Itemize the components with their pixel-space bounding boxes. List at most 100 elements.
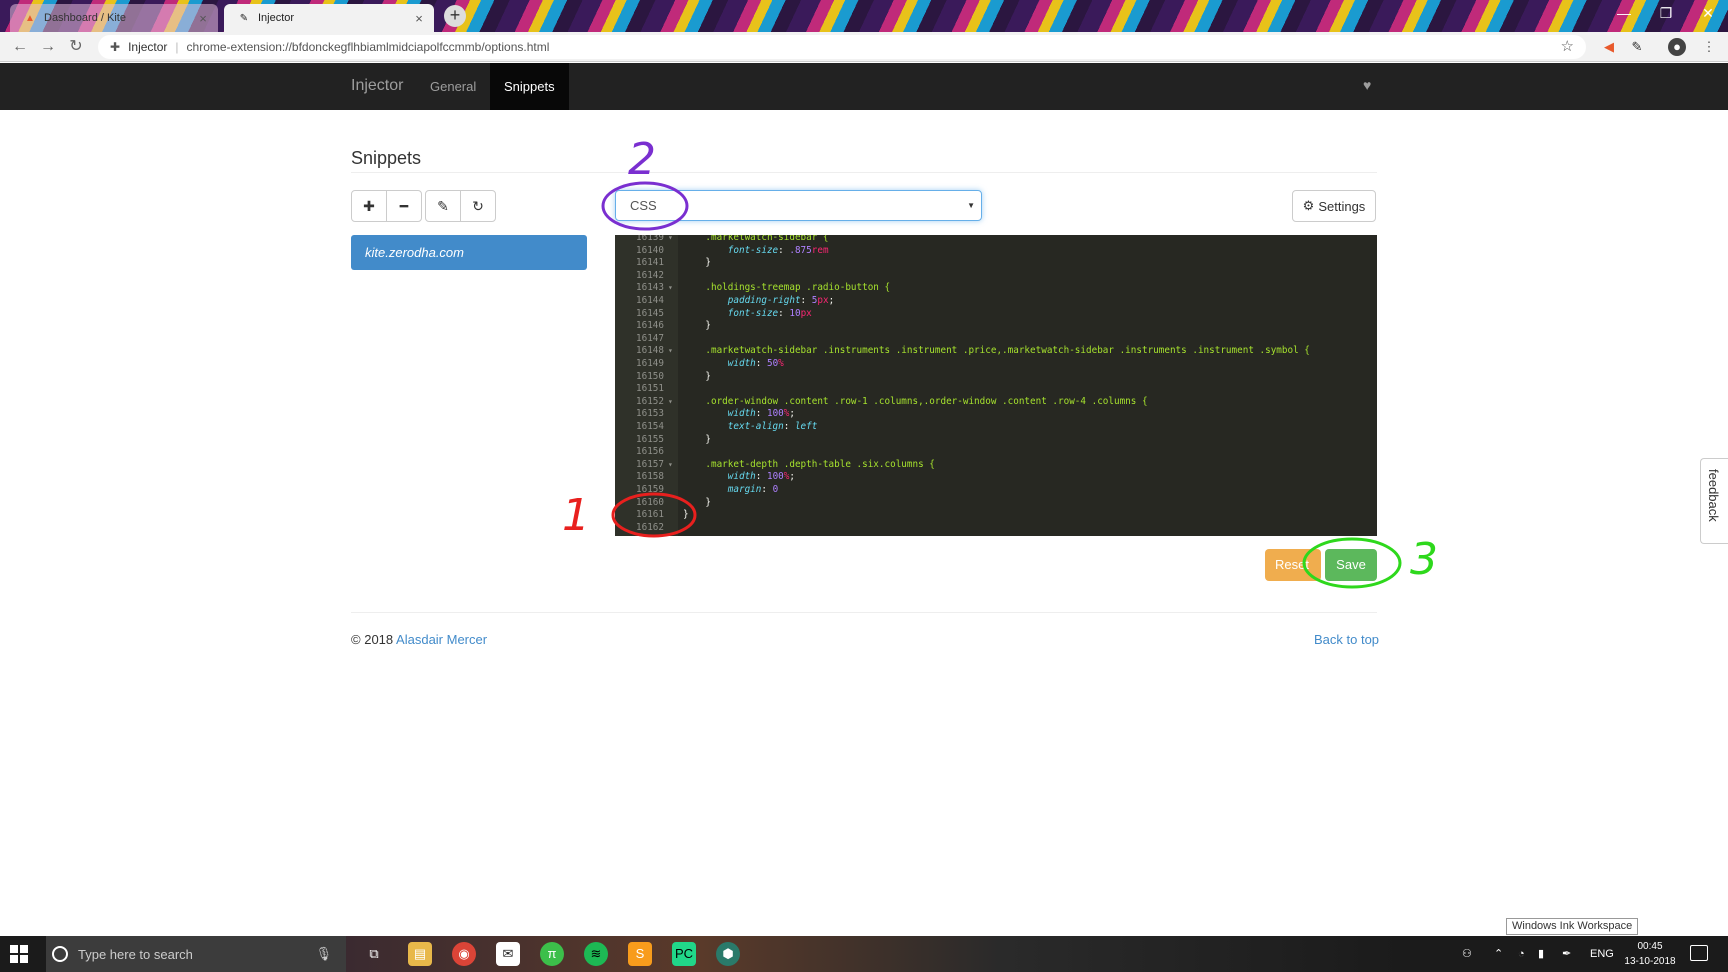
mail-icon[interactable]: ✉	[496, 942, 520, 966]
chrome-menu-icon[interactable]: ⋮	[1700, 38, 1718, 56]
code-text: font-size: .875rem	[683, 244, 829, 256]
app-pin-icon[interactable]: ⬢	[716, 942, 740, 966]
fold-arrow-icon[interactable]: ▾	[668, 459, 673, 472]
browser-toolbar: ← → ↻ ✚ Injector | chrome-extension://bf…	[0, 32, 1728, 62]
browser-tab-kite[interactable]: ▲ Dashboard / Kite ×	[10, 4, 218, 32]
task-view-icon[interactable]: ⧉	[362, 942, 386, 966]
line-number: 16143	[636, 282, 664, 294]
profile-avatar-icon[interactable]: ●	[1668, 38, 1686, 56]
editor-line: 16155 }	[615, 434, 1377, 447]
fold-arrow-icon[interactable]: ▾	[668, 282, 673, 295]
taskbar-search-box[interactable]: Type here to search 🎙	[46, 936, 346, 972]
code-text: }	[683, 257, 711, 269]
people-icon[interactable]: ⚇	[1462, 936, 1472, 972]
editor-line: 16147	[615, 333, 1377, 346]
fold-arrow-icon[interactable]: ▾	[668, 396, 673, 409]
back-to-top-link[interactable]: Back to top	[1314, 632, 1379, 647]
windows-start-icon[interactable]	[10, 945, 28, 963]
add-snippet-button[interactable]: ✚	[351, 190, 387, 222]
line-number: 16142	[636, 269, 664, 281]
reset-button[interactable]: Reset	[1265, 549, 1321, 581]
reload-icon[interactable]: ↻	[64, 36, 88, 58]
minimize-button[interactable]: —	[1604, 0, 1644, 26]
minus-icon: ━	[399, 197, 409, 214]
line-number: 16150	[636, 370, 664, 382]
bookmark-star-icon[interactable]: ☆	[1561, 37, 1574, 55]
browser-tab-injector[interactable]: ✎ Injector ×	[224, 4, 434, 32]
app-pi-icon[interactable]: π	[540, 942, 564, 966]
refresh-snippet-button[interactable]: ↻	[460, 190, 496, 222]
editor-line: 16139 ▾ .marketwatch-sidebar {	[615, 235, 1377, 245]
battery-icon[interactable]: ▮	[1538, 936, 1544, 972]
kite-extension-icon[interactable]: ◀	[1600, 38, 1618, 56]
tab-close-icon[interactable]: ×	[412, 11, 426, 26]
file-explorer-icon[interactable]: ▤	[408, 942, 432, 966]
editor-line: 16142	[615, 270, 1377, 283]
heart-icon[interactable]: ♥	[1363, 77, 1371, 93]
line-number: 16154	[636, 421, 664, 432]
windows-ink-icon[interactable]: ✒	[1562, 936, 1571, 972]
syringe-favicon-icon: ✎	[239, 12, 249, 24]
clock-date: 13-10-2018	[1624, 956, 1676, 967]
line-number: 16155	[636, 433, 664, 445]
line-number: 16140	[636, 244, 664, 256]
navbar-brand[interactable]: Injector	[351, 77, 403, 95]
code-text: margin: 0	[683, 484, 779, 495]
chrome-icon[interactable]: ◉	[452, 942, 476, 966]
code-text: text-align: left	[683, 421, 818, 432]
line-number: 16141	[636, 257, 664, 269]
code-text: }	[683, 433, 711, 445]
editor-line: 16156	[615, 446, 1377, 459]
nav-snippets[interactable]: Snippets	[490, 63, 569, 110]
page-title: Snippets	[351, 148, 422, 168]
snippet-list-item[interactable]: kite.zerodha.com	[351, 235, 587, 270]
injector-extension-icon[interactable]: ✎	[1628, 38, 1646, 56]
editor-line: 16157 ▾ .market-depth .depth-table .six.c…	[615, 459, 1377, 472]
microphone-icon[interactable]: 🎙	[315, 946, 332, 962]
sublime-text-icon[interactable]: S	[628, 942, 652, 966]
language-indicator[interactable]: ENG	[1590, 936, 1614, 972]
line-number: 16149	[636, 358, 664, 369]
editor-line: 16148 ▾ .marketwatch-sidebar .instruments…	[615, 345, 1377, 358]
window-close-button[interactable]: ✕	[1688, 0, 1728, 26]
editor-line: 16161}	[615, 509, 1377, 522]
line-number: 16162	[636, 521, 664, 533]
code-text: }	[683, 320, 711, 332]
author-link[interactable]: Alasdair Mercer	[396, 632, 487, 647]
line-number: 16147	[636, 332, 664, 344]
copyright-year: 2018	[364, 632, 394, 647]
taskbar-clock[interactable]: 00:45 13-10-2018	[1620, 939, 1680, 969]
nav-general[interactable]: General	[416, 63, 490, 110]
line-number: 16145	[636, 307, 664, 319]
new-tab-button[interactable]: +	[444, 5, 466, 27]
line-number: 16144	[636, 295, 664, 306]
back-arrow-icon[interactable]: ←	[8, 36, 32, 58]
remove-snippet-button[interactable]: ━	[386, 190, 422, 222]
spotify-icon[interactable]: ≋	[584, 942, 608, 966]
forward-arrow-icon[interactable]: →	[36, 36, 60, 58]
code-text: .holdings-treemap .radio-button {	[683, 282, 891, 294]
app-navbar: Injector General Snippets ♥	[0, 63, 1728, 110]
tab-close-icon[interactable]: ×	[196, 11, 210, 26]
action-center-icon[interactable]	[1690, 945, 1708, 961]
edit-snippet-button[interactable]: ✎	[425, 190, 461, 222]
fold-arrow-icon[interactable]: ▾	[668, 235, 673, 245]
code-editor[interactable]: 16139 ▾ .marketwatch-sidebar {16140 font-…	[615, 235, 1377, 536]
settings-button[interactable]: ⚙ Settings	[1292, 190, 1376, 222]
feedback-tab[interactable]: feedback	[1700, 458, 1728, 544]
clock-time: 00:45	[1637, 941, 1663, 952]
save-button[interactable]: Save	[1325, 549, 1377, 581]
line-number: 16159	[636, 484, 664, 495]
wifi-icon[interactable]: ◔	[1518, 936, 1525, 972]
editor-line: 16144 padding-right: 5px;	[615, 295, 1377, 308]
fold-arrow-icon[interactable]: ▾	[668, 345, 673, 358]
refresh-icon: ↻	[472, 197, 484, 214]
mode-select[interactable]: CSS ▼	[615, 190, 982, 221]
pycharm-icon[interactable]: PC	[672, 942, 696, 966]
editor-line: 16162	[615, 522, 1377, 535]
address-bar[interactable]: ✚ Injector | chrome-extension://bfdoncke…	[98, 35, 1586, 59]
title-divider	[351, 172, 1377, 173]
cortana-icon	[52, 946, 68, 962]
tray-chevron-icon[interactable]: ⌃	[1494, 936, 1503, 972]
restore-button[interactable]: ❐	[1646, 0, 1686, 26]
